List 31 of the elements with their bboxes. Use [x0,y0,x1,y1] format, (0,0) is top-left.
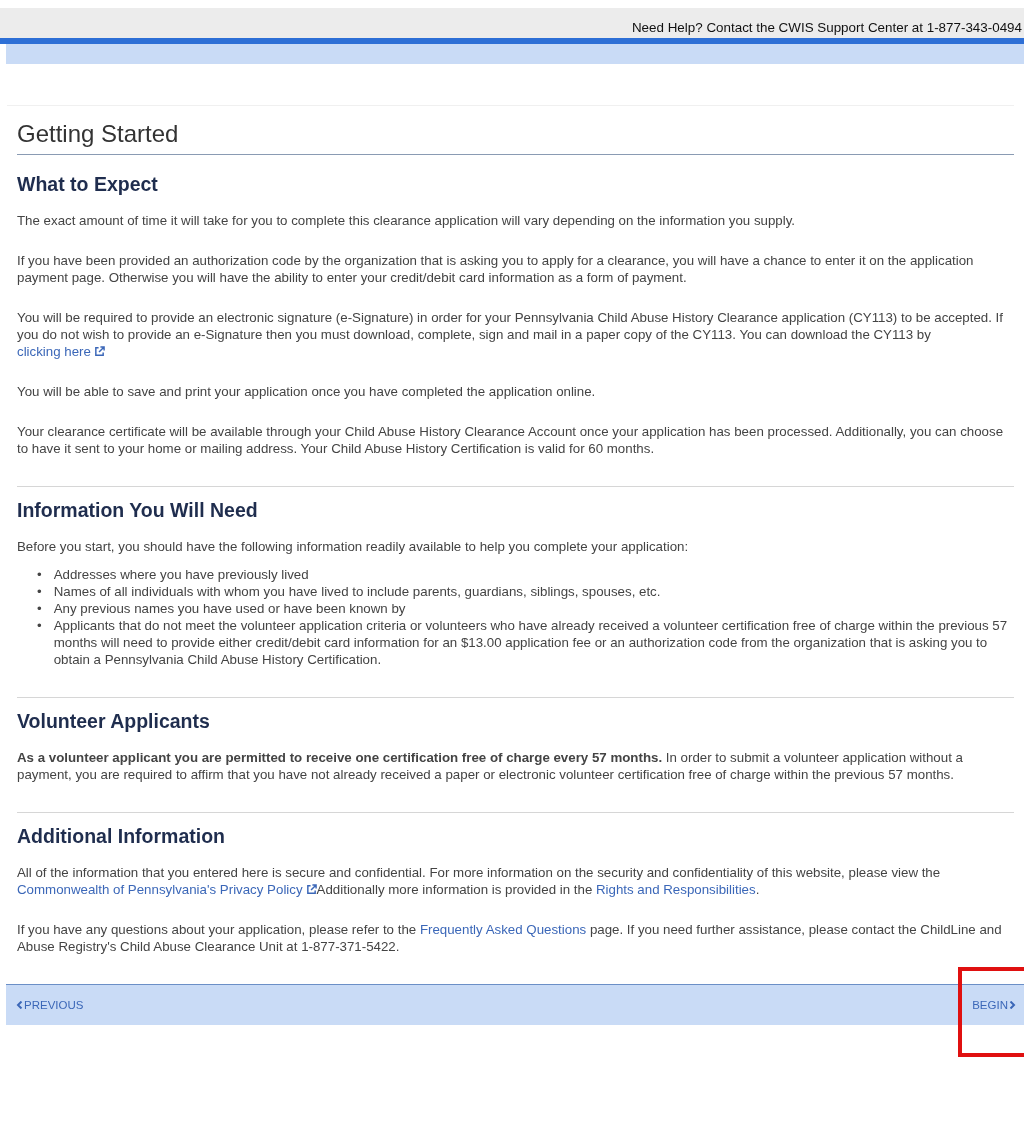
bullet: • [37,600,42,617]
paragraph: If you have any questions about your application, please refer to the Frequently Asked Questions page. If you need further assistance, please contact the ChildLine and Abuse Registry's Child Abuse Clearance Unit at 1-877-371-5422. [17,921,1003,955]
paragraph: As a volunteer applicant you are permitted to receive one certification free of charge every 57 months. In order to submit a volunteer application without a payment, you are required to affirm that you have not already received a paper or electronic volunteer certification free of charge within the previous 57 months. [17,749,964,783]
link[interactable]: Rights and Responsibilities [596,882,756,897]
list-item: Names of all individuals with whom you have lived to include parents, guardians, siblings, spouses, etc. [53,583,661,600]
bullet: • [37,583,42,600]
list-item: Applicants that do not meet the volunteer application criteria or volunteers who have already received a volunteer certification free of charge within the previous 57 months will need to provide either credit/debit card information for an $13.00 application fee or an authorization code from the organization that is asking you to obtain a Pennsylvania Child Abuse History Certification. [53,617,1009,668]
paragraph: You will be required to provide an electronic signature (e-Signature) in order for your Pennsylvania Child Abuse History Clearance application (CY113) to be accepted. If you do not wish to provide an e-Signature then you must download, complete, sign and mail in a paper copy of the CY113. You can download the CY113 by clicking here [17,309,1004,360]
link[interactable]: Frequently Asked Questions [419,922,587,937]
list-item: Any previous names you have used or have been known by [53,600,406,617]
paragraph: All of the information that you entered here is secure and confidential. For more information on the security and confidentiality of this website, please view the Commonwealth of Pennsylvania's Privacy Policy Additionally more information is provided in the Rights and Responsibilities. [17,864,942,898]
section-heading: Additional Information [17,825,226,848]
paragraph: Your clearance certificate will be available through your Child Abuse History Clearance Account once your application has been processed. Additionally, you can choose to have it sent to your home or mailing address. Your Child Abuse History Certification is valid for 60 months. [17,423,1005,457]
list-item: Addresses where you have previously lived [53,566,309,583]
section-heading: What to Expect [17,173,159,196]
paragraph: You will be able to save and print your application once you have completed the application online. [17,383,597,400]
paragraph: The exact amount of time it will take for you to complete this clearance application will vary depending on the information you supply. [17,212,797,229]
help-text: Need Help? Contact the CWIS Support Center at 1-877-343-0494 [631,20,1023,35]
bullet: • [37,566,42,583]
section-heading: Information You Will Need [17,499,259,522]
paragraph: If you have been provided an authorization code by the organization that is asking you to apply for a clearance, you will have a chance to enter it on the application payment page. Otherwise you will have the ability to enter your credit/debit card information as a form of payment. [17,252,975,286]
begin-button[interactable]: BEGIN [972,999,1016,1011]
link[interactable]: Commonwealth of Pennsylvania's Privacy Policy [17,882,317,897]
chevron-right-icon [1009,1001,1016,1009]
chevron-left-icon [16,1001,23,1009]
paragraph: Before you start, you should have the following information readily available to help you complete your application: [17,538,690,555]
previous-button[interactable]: PREVIOUS [16,999,84,1011]
link[interactable]: clicking here [17,344,105,359]
section-heading: Volunteer Applicants [17,710,211,733]
page-title: Getting Started [17,120,1014,155]
bullet: • [37,617,42,635]
